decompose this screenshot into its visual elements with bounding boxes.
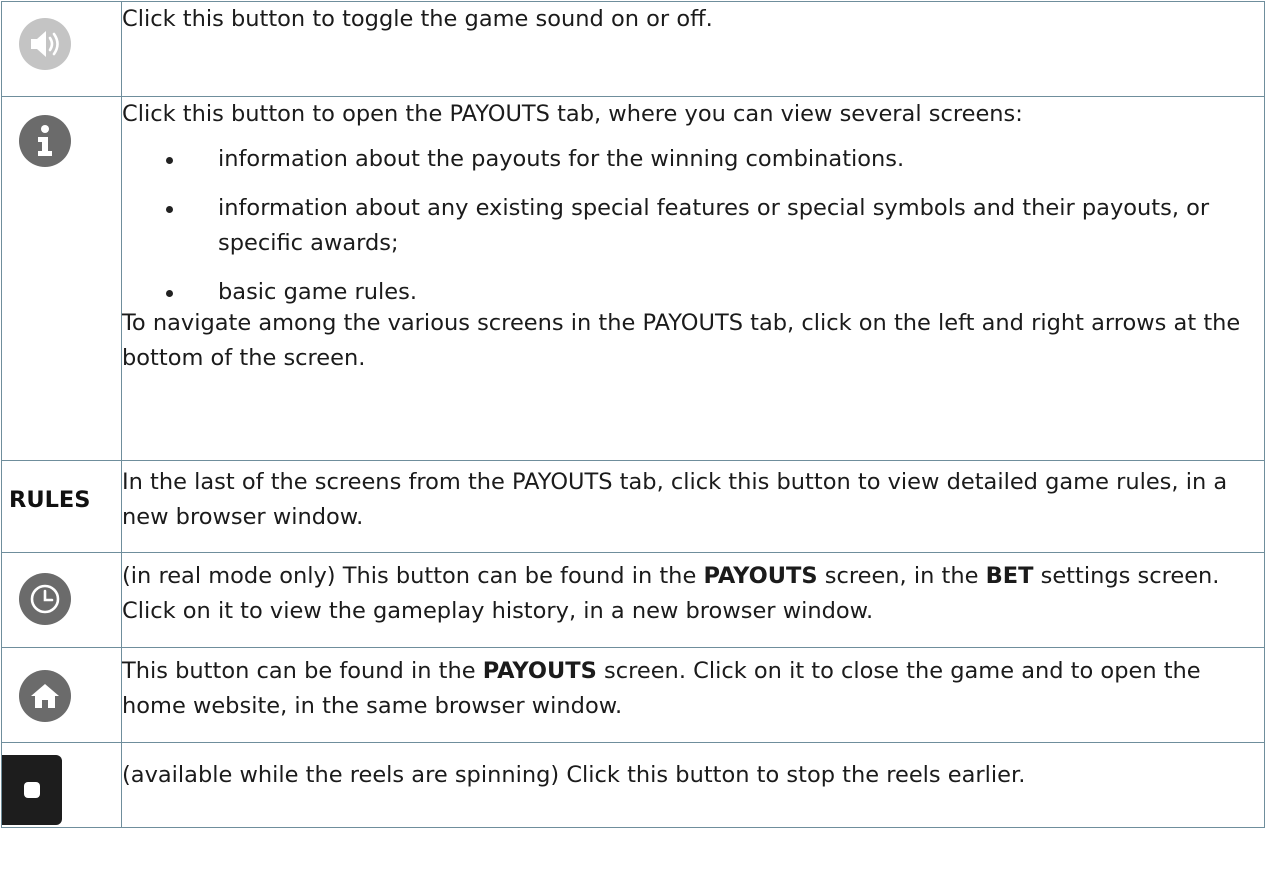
table-row-stop: (available while the reels are spinning)… (1, 742, 1265, 828)
sound-description: Click this button to toggle the game sou… (122, 6, 713, 32)
table-row-info: Click this button to open the PAYOUTS ta… (1, 96, 1265, 461)
history-description: (in real mode only) This button can be f… (122, 559, 1264, 629)
rules-button[interactable]: RULES (9, 487, 91, 513)
home-description: This button can be found in the PAYOUTS … (122, 654, 1264, 724)
home-icon[interactable] (19, 670, 71, 722)
icon-cell-history (1, 552, 122, 648)
icon-cell-info (1, 96, 122, 461)
text-cell-info: Click this button to open the PAYOUTS ta… (121, 96, 1265, 461)
bold-text: PAYOUTS (703, 563, 818, 589)
text-cell-stop: (available while the reels are spinning)… (121, 742, 1265, 828)
table-row-rules: RULES In the last of the screens from th… (1, 460, 1265, 553)
icon-cell-home (1, 647, 122, 743)
clock-icon[interactable] (19, 573, 71, 625)
rules-description: In the last of the screens from the PAYO… (122, 469, 1228, 530)
icon-cell-rules: RULES (1, 460, 122, 553)
list-item: information about the payouts for the wi… (166, 142, 1264, 177)
speaker-icon[interactable] (19, 18, 71, 70)
text-span: This button can be found in the (122, 658, 483, 684)
icon-cell-sound (1, 1, 122, 97)
info-intro: Click this button to open the PAYOUTS ta… (122, 101, 1023, 127)
stop-description: (available while the reels are spinning)… (122, 762, 1026, 788)
list-item: basic game rules. (166, 275, 1264, 310)
table-row-sound: Click this button to toggle the game sou… (1, 1, 1265, 97)
text-cell-rules: In the last of the screens from the PAYO… (121, 460, 1265, 553)
stop-icon[interactable] (2, 755, 62, 825)
help-table: Click this button to toggle the game sou… (1, 1, 1265, 828)
text-span: (in real mode only) This button can be f… (122, 563, 704, 589)
icon-cell-stop (1, 742, 122, 828)
text-span: screen, in the (817, 563, 986, 589)
list-item: information about any existing special f… (166, 191, 1264, 261)
table-row-home: This button can be found in the PAYOUTS … (1, 647, 1265, 743)
bold-text: PAYOUTS (482, 658, 597, 684)
text-cell-history: (in real mode only) This button can be f… (121, 552, 1265, 648)
info-outro: To navigate among the various screens in… (122, 310, 1241, 371)
payouts-screens-list: information about the payouts for the wi… (122, 142, 1264, 310)
bold-text: BET (985, 563, 1034, 589)
text-cell-sound: Click this button to toggle the game sou… (121, 1, 1265, 97)
text-cell-home: This button can be found in the PAYOUTS … (121, 647, 1265, 743)
info-icon[interactable] (19, 115, 71, 167)
stop-square-shape (24, 782, 40, 798)
table-row-history: (in real mode only) This button can be f… (1, 552, 1265, 648)
